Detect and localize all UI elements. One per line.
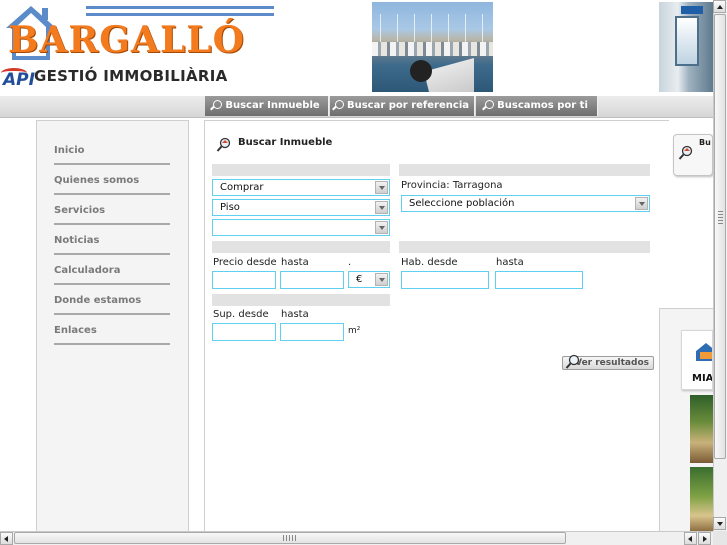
sidebar-item-servicios[interactable]: Servicios xyxy=(54,205,170,225)
rooms-to-label: hasta xyxy=(496,257,524,268)
house-icon xyxy=(696,343,712,361)
rooms-to-input[interactable] xyxy=(495,271,583,289)
chevron-down-icon[interactable] xyxy=(375,181,388,194)
surface-unit: m² xyxy=(348,326,361,336)
surface-to-label: hasta xyxy=(281,309,309,320)
province-label: Provincia: Tarragona xyxy=(401,180,503,191)
scroll-up-icon[interactable] xyxy=(713,0,726,13)
section-header-location xyxy=(399,164,650,176)
surface-to-input[interactable] xyxy=(280,323,344,341)
header-photo-port xyxy=(372,2,493,92)
search-house-icon xyxy=(216,137,231,152)
section-header-operation xyxy=(212,164,390,176)
logo-subtitle: GESTIÓ IMMOBILIÀRIA xyxy=(34,67,228,85)
miami-card[interactable]: MIAM xyxy=(681,330,713,390)
price-to-label: hasta xyxy=(281,257,309,268)
rooms-from-input[interactable] xyxy=(401,271,489,289)
magnifier-icon xyxy=(334,100,344,109)
sidebar-item-noticias[interactable]: Noticias xyxy=(54,235,170,255)
miami-label: MIAM xyxy=(692,373,713,384)
chevron-down-icon[interactable] xyxy=(375,221,388,234)
sidebar-item-quienes-somos[interactable]: Quienes somos xyxy=(54,175,170,195)
search-title: Buscar Inmueble xyxy=(238,137,333,148)
section-header-surface xyxy=(212,294,390,306)
scroll-left-icon[interactable] xyxy=(0,532,13,545)
nav-buscar-inmueble[interactable]: Buscar Inmueble xyxy=(205,96,329,116)
property-thumbnail[interactable] xyxy=(690,395,713,463)
price-from-input[interactable] xyxy=(212,271,276,289)
rooms-from-label: Hab. desde xyxy=(401,257,458,268)
chevron-down-icon[interactable] xyxy=(635,197,648,210)
search-results-icon xyxy=(565,354,580,369)
scroll-right-icon[interactable] xyxy=(698,532,711,545)
currency-dot: . xyxy=(348,257,352,268)
currency-select[interactable]: € xyxy=(348,271,390,288)
nav-buscamos-por-ti[interactable]: Buscamos por ti xyxy=(476,96,598,116)
price-to-input[interactable] xyxy=(280,271,344,289)
surface-from-label: Sup. desde xyxy=(213,309,269,320)
subtype-select[interactable] xyxy=(212,219,390,236)
logo-lines xyxy=(86,6,274,20)
grip-icon xyxy=(283,535,297,541)
section-header-rooms xyxy=(399,241,650,253)
magnifier-icon xyxy=(213,100,223,109)
header-photo-office xyxy=(659,2,713,92)
town-select[interactable]: Seleccione población xyxy=(401,195,650,212)
surface-from-input[interactable] xyxy=(212,323,276,341)
property-thumbnail[interactable] xyxy=(690,467,713,532)
operation-select[interactable]: Comprar xyxy=(212,179,390,196)
scroll-left-icon[interactable] xyxy=(684,532,697,545)
logo-wordmark: BARGALLÓ xyxy=(8,19,245,61)
chevron-down-icon[interactable] xyxy=(375,201,388,214)
section-header-price xyxy=(212,241,390,253)
property-type-select[interactable]: Piso xyxy=(212,199,390,216)
api-logo: API xyxy=(1,68,35,90)
search-house-icon xyxy=(678,145,693,160)
sidebar-item-donde-estamos[interactable]: Donde estamos xyxy=(54,295,170,315)
sidebar-item-calculadora[interactable]: Calculadora xyxy=(54,265,170,285)
vertical-scroll-thumb[interactable] xyxy=(714,14,726,459)
nav-buscar-referencia[interactable]: Buscar por referencia xyxy=(330,96,475,116)
magnifier-icon xyxy=(485,100,495,109)
scroll-down-icon[interactable] xyxy=(713,517,726,530)
scrollbar-corner xyxy=(713,531,727,545)
ver-resultados-button[interactable]: Ver resultados xyxy=(562,354,654,370)
right-card-title: Bu xyxy=(699,138,711,147)
right-search-card[interactable]: Bu xyxy=(673,134,713,176)
price-from-label: Precio desde xyxy=(213,257,277,268)
sidebar-item-enlaces[interactable]: Enlaces xyxy=(54,325,170,345)
sidebar-item-inicio[interactable]: Inicio xyxy=(54,145,170,165)
grip-icon xyxy=(718,211,723,225)
chevron-down-icon[interactable] xyxy=(375,273,388,286)
